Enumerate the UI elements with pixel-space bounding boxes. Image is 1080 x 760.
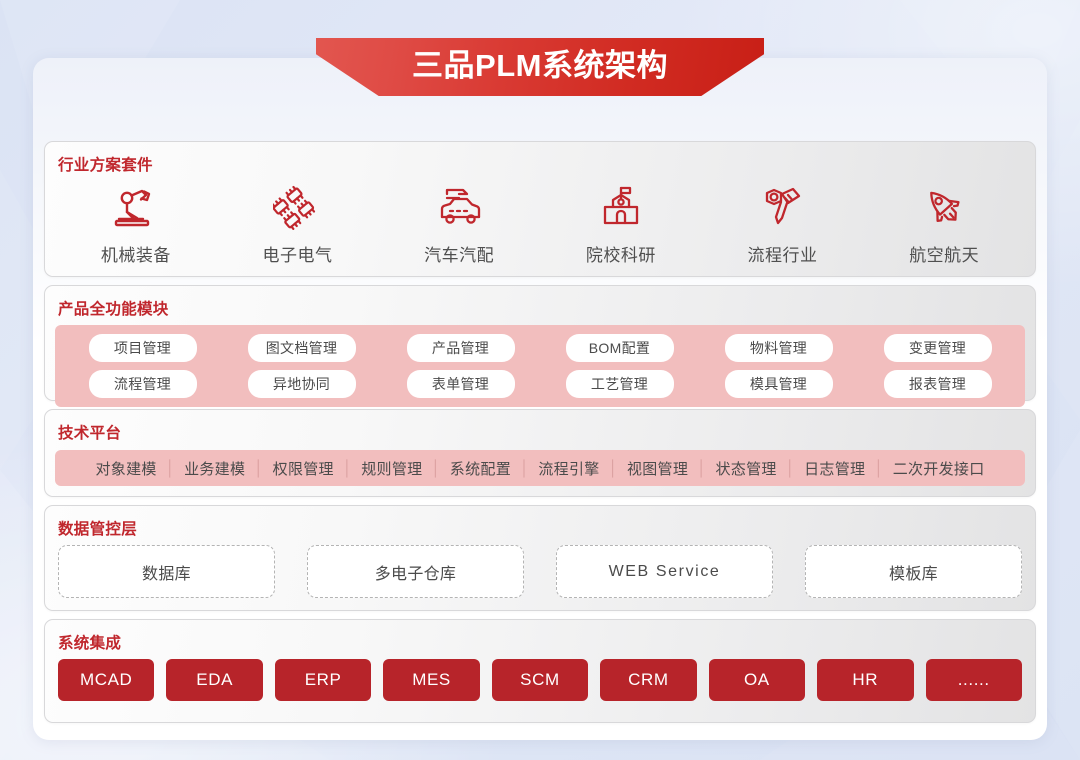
tech-item[interactable]: 日志管理 <box>795 458 874 479</box>
section-modules: 产品全功能模块 项目管理 图文档管理 产品管理 BOM配置 物料管理 变更管理 … <box>44 285 1036 401</box>
bolt-screw-icon <box>758 182 808 234</box>
modules-strip: 项目管理 图文档管理 产品管理 BOM配置 物料管理 变更管理 流程管理 异地协… <box>55 325 1025 407</box>
tech-item[interactable]: 对象建模 <box>86 458 165 479</box>
industry-item-electronics[interactable]: 电子电气 <box>217 182 379 266</box>
module-pill[interactable]: 项目管理 <box>89 334 197 362</box>
data-box-template[interactable]: 模板库 <box>805 545 1022 598</box>
architecture-sections: 行业方案套件 机械装备 <box>44 141 1036 723</box>
system-button-hr[interactable]: HR <box>817 659 913 701</box>
ribbon-body: 三品PLM系统架构 <box>316 38 764 96</box>
module-pill[interactable]: 表单管理 <box>407 370 515 398</box>
section-tech: 技术平台 对象建模 │ 业务建模 │ 权限管理 │ 规则管理 │ 系统配置 │ … <box>44 409 1036 497</box>
tech-separator: │ <box>254 460 263 477</box>
system-button-mes[interactable]: MES <box>383 659 479 701</box>
section-industry: 行业方案套件 机械装备 <box>44 141 1036 277</box>
modules-grid: 项目管理 图文档管理 产品管理 BOM配置 物料管理 变更管理 流程管理 异地协… <box>63 334 1017 398</box>
tech-separator: │ <box>166 460 175 477</box>
tech-separator: │ <box>609 460 618 477</box>
tech-separator: │ <box>786 460 795 477</box>
system-button-crm[interactable]: CRM <box>600 659 696 701</box>
industry-item-process[interactable]: 流程行业 <box>702 182 864 266</box>
tech-separator: │ <box>431 460 440 477</box>
module-pill[interactable]: 工艺管理 <box>566 370 674 398</box>
tech-item[interactable]: 二次开发接口 <box>884 458 994 479</box>
rocket-icon <box>919 182 969 234</box>
data-box-web-service[interactable]: WEB Service <box>556 545 773 598</box>
module-pill[interactable]: 变更管理 <box>884 334 992 362</box>
module-pill[interactable]: BOM配置 <box>566 334 674 362</box>
system-button-scm[interactable]: SCM <box>492 659 588 701</box>
car-icon <box>433 182 485 234</box>
industry-label: 院校科研 <box>586 241 656 266</box>
section-data-title: 数据管控层 <box>45 506 1035 539</box>
data-box-warehouse[interactable]: 多电子仓库 <box>307 545 524 598</box>
industry-item-aerospace[interactable]: 航空航天 <box>863 182 1025 266</box>
system-button-oa[interactable]: OA <box>709 659 805 701</box>
section-tech-title: 技术平台 <box>45 410 1035 443</box>
tech-separator: │ <box>343 460 352 477</box>
industry-label: 电子电气 <box>263 241 333 266</box>
tech-separator: │ <box>520 460 529 477</box>
module-pill[interactable]: 模具管理 <box>725 370 833 398</box>
title-ribbon: 三品PLM系统架构 <box>316 38 764 96</box>
industry-label: 流程行业 <box>748 241 818 266</box>
module-pill[interactable]: 报表管理 <box>884 370 992 398</box>
section-data: 数据管控层 数据库 多电子仓库 WEB Service 模板库 <box>44 505 1036 611</box>
module-pill[interactable]: 异地协同 <box>248 370 356 398</box>
tech-item[interactable]: 系统配置 <box>441 458 520 479</box>
tech-item[interactable]: 业务建模 <box>175 458 254 479</box>
school-building-icon <box>596 182 646 234</box>
industry-label: 航空航天 <box>909 241 979 266</box>
system-items: MCAD EDA ERP MES SCM CRM OA HR ...... <box>45 653 1035 701</box>
data-items: 数据库 多电子仓库 WEB Service 模板库 <box>45 539 1035 598</box>
tech-item[interactable]: 流程引擎 <box>529 458 608 479</box>
industry-item-academic[interactable]: 院校科研 <box>540 182 702 266</box>
tech-item[interactable]: 权限管理 <box>264 458 343 479</box>
module-pill[interactable]: 物料管理 <box>725 334 833 362</box>
tech-item[interactable]: 视图管理 <box>618 458 697 479</box>
data-box-database[interactable]: 数据库 <box>58 545 275 598</box>
section-modules-title: 产品全功能模块 <box>45 286 1035 319</box>
industry-item-machinery[interactable]: 机械装备 <box>55 182 217 266</box>
section-system: 系统集成 MCAD EDA ERP MES SCM CRM OA HR ....… <box>44 619 1036 723</box>
tech-strip: 对象建模 │ 业务建模 │ 权限管理 │ 规则管理 │ 系统配置 │ 流程引擎 … <box>55 450 1025 486</box>
tech-item[interactable]: 规则管理 <box>352 458 431 479</box>
module-pill[interactable]: 图文档管理 <box>248 334 356 362</box>
robot-arm-icon <box>111 182 161 234</box>
system-button-eda[interactable]: EDA <box>166 659 262 701</box>
section-system-title: 系统集成 <box>45 620 1035 653</box>
page-title: 三品PLM系统架构 <box>412 50 668 84</box>
tech-item[interactable]: 状态管理 <box>707 458 786 479</box>
industry-label: 机械装备 <box>101 241 171 266</box>
section-industry-title: 行业方案套件 <box>45 142 1035 175</box>
tech-separator: │ <box>874 460 883 477</box>
industry-item-automotive[interactable]: 汽车汽配 <box>378 182 540 266</box>
industry-items: 机械装备 <box>45 175 1035 266</box>
circuit-board-icon <box>273 182 323 234</box>
system-button-more[interactable]: ...... <box>926 659 1022 701</box>
module-pill[interactable]: 产品管理 <box>407 334 515 362</box>
system-button-erp[interactable]: ERP <box>275 659 371 701</box>
tech-separator: │ <box>697 460 706 477</box>
module-pill[interactable]: 流程管理 <box>89 370 197 398</box>
industry-label: 汽车汽配 <box>424 241 494 266</box>
system-button-mcad[interactable]: MCAD <box>58 659 154 701</box>
